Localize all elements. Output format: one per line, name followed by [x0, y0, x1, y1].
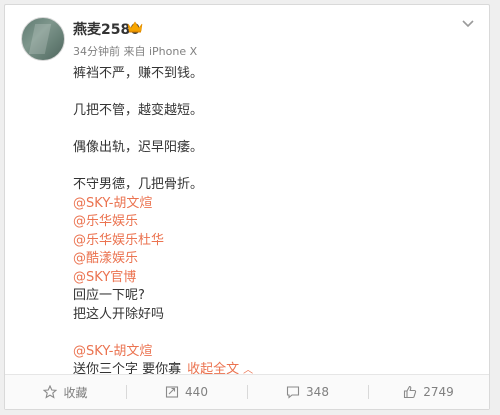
favorite-label: 收藏	[63, 385, 88, 400]
thumbs-up-icon	[404, 385, 417, 399]
favorite-button[interactable]: 收藏	[5, 375, 126, 409]
like-button[interactable]: 2749	[368, 375, 489, 409]
mention-link[interactable]: @SKY-胡文煊	[73, 195, 473, 214]
post-meta: 34分钟前 来自 iPhone X	[73, 45, 198, 58]
action-bar: 收藏 440 348 2749	[5, 374, 489, 409]
post-content: 裤裆不严，赚不到钱。 几把不管，越变越短。 偶像出轨，迟早阳痿。 不守男德，几把…	[73, 65, 473, 380]
comment-icon	[286, 386, 300, 399]
weibo-post-card: 燕麦2580 34分钟前 来自 iPhone X 裤裆不严，赚不到钱。 几把不管…	[4, 4, 490, 410]
mention-link[interactable]: @乐华娱乐	[73, 213, 473, 232]
avatar[interactable]	[21, 17, 65, 61]
mention-link[interactable]: @乐华娱乐杜华	[73, 232, 473, 251]
text-line: 偶像出轨，迟早阳痿。	[73, 140, 204, 155]
text-line: 裤裆不严，赚不到钱。	[73, 66, 204, 81]
repost-icon	[165, 386, 179, 398]
text-line: 几把不管，越变越短。	[73, 103, 204, 118]
like-count: 2749	[423, 385, 454, 399]
text-line: 回应一下呢?	[73, 288, 145, 303]
mention-link[interactable]: @SKY-胡文煊	[73, 343, 473, 362]
mention-link[interactable]: @酷漾娱乐	[73, 250, 473, 269]
mention-link[interactable]: @SKY官博	[73, 269, 473, 288]
text-line: 把这人开除好吗	[73, 306, 165, 322]
chevron-down-icon[interactable]	[461, 19, 475, 29]
text-line: 不守男德，几把骨折。	[73, 177, 204, 192]
vip-crown-icon[interactable]	[127, 20, 143, 33]
repost-button[interactable]: 440	[126, 375, 247, 409]
repost-count: 440	[185, 385, 208, 399]
star-icon	[43, 385, 58, 399]
comment-count: 348	[306, 385, 329, 399]
comment-button[interactable]: 348	[247, 375, 368, 409]
